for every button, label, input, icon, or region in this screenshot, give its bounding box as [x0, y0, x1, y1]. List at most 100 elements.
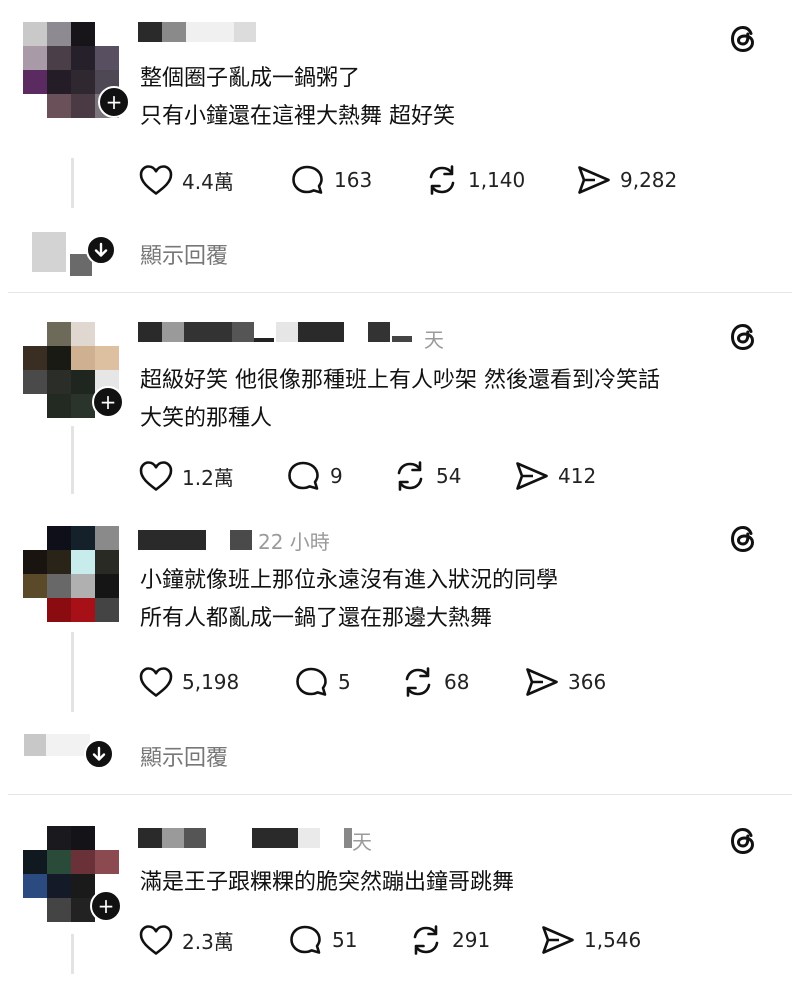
post-time: 天 [424, 328, 444, 352]
heart-icon [139, 461, 173, 491]
repost-icon [413, 925, 439, 955]
arrow-down-icon [92, 746, 106, 761]
share-button[interactable]: 366 [524, 662, 606, 702]
post-body: 超級好笑 他很像那種班上有人吵架 然後還看到冷笑話 大笑的那種人 [140, 362, 660, 438]
expand-replies-button[interactable] [84, 739, 114, 769]
comment-icon [292, 165, 323, 194]
post-body: 小鐘就像班上那位永遠沒有進入狀況的同學 所有人都亂成一鍋了還在那邊大熱舞 [140, 562, 558, 638]
thread-line [71, 158, 74, 208]
repost-button[interactable]: 1,140 [424, 160, 525, 200]
post-line: 小鐘就像班上那位永遠沒有進入狀況的同學 [140, 568, 559, 593]
post-time: 22 小時 [258, 530, 330, 554]
heart-icon [139, 925, 173, 955]
threads-logo-icon[interactable] [726, 824, 760, 858]
show-replies-link[interactable]: 顯示回覆 [140, 740, 228, 772]
arrow-down-icon [94, 242, 108, 257]
post-line: 所有人都亂成一鍋了還在那邊大熱舞 [140, 606, 493, 631]
repost-icon [397, 461, 423, 491]
comment-icon [288, 461, 319, 490]
username-blur [392, 336, 412, 342]
username-blur [368, 322, 390, 342]
comment-button[interactable]: 5 [294, 662, 351, 702]
username-blur [252, 828, 298, 848]
repost-count: 1,140 [468, 168, 526, 192]
follow-badge[interactable]: + [90, 890, 122, 922]
username-blur [234, 22, 256, 42]
like-button[interactable]: 4.4萬 [138, 160, 234, 200]
reply-avatar [32, 232, 66, 272]
share-count: 412 [558, 464, 597, 488]
repost-icon [405, 667, 431, 697]
post-line: 整個圈子亂成一鍋粥了 [140, 66, 361, 91]
username-blur [298, 828, 320, 848]
post-time: 天 [352, 830, 372, 854]
username[interactable] [138, 828, 162, 848]
post-line: 大笑的那種人 [140, 406, 273, 431]
repost-button[interactable]: 68 [400, 662, 469, 702]
comment-button[interactable]: 163 [290, 160, 372, 200]
username-blur [184, 828, 206, 848]
username-blur [254, 338, 274, 342]
post-line: 滿是王子跟粿粿的脆突然蹦出鐘哥跳舞 [140, 870, 515, 895]
avatar[interactable] [23, 526, 119, 622]
plus-icon: + [105, 90, 123, 114]
like-count: 5,198 [182, 670, 240, 694]
comment-icon [290, 925, 321, 954]
username-blur [162, 322, 184, 342]
share-icon [542, 926, 574, 954]
like-button[interactable]: 1.2萬 [138, 456, 234, 496]
share-count: 9,282 [620, 168, 678, 192]
post-line: 超級好笑 他很像那種班上有人吵架 然後還看到冷笑話 [140, 368, 660, 393]
follow-badge[interactable]: + [92, 386, 124, 418]
comment-icon [296, 667, 327, 696]
repost-button[interactable]: 291 [408, 920, 490, 960]
comment-count: 51 [332, 928, 358, 952]
reply-avatar [24, 734, 46, 756]
plus-icon: + [97, 894, 115, 918]
like-count: 1.2萬 [182, 465, 234, 490]
like-button[interactable]: 2.3萬 [138, 920, 234, 960]
share-button[interactable]: 1,546 [540, 920, 641, 960]
show-replies-link[interactable]: 顯示回覆 [140, 238, 228, 270]
repost-count: 54 [436, 464, 462, 488]
comment-count: 5 [338, 670, 351, 694]
plus-icon: + [99, 390, 117, 414]
thread-line [71, 426, 74, 494]
like-button[interactable]: 5,198 [138, 662, 239, 702]
username-blur [230, 530, 252, 550]
thread-line [71, 632, 74, 712]
threads-logo-icon[interactable] [726, 22, 760, 56]
username[interactable] [138, 322, 162, 342]
username-blur [232, 322, 254, 342]
comment-button[interactable]: 9 [286, 456, 343, 496]
share-button[interactable]: 412 [514, 456, 596, 496]
comment-button[interactable]: 51 [288, 920, 357, 960]
comment-count: 163 [334, 168, 373, 192]
threads-logo-icon[interactable] [726, 320, 760, 354]
username-blur [186, 22, 234, 42]
share-count: 366 [568, 670, 607, 694]
username-blur [344, 828, 352, 848]
share-button[interactable]: 9,282 [576, 160, 677, 200]
username-blur [162, 22, 186, 42]
username[interactable] [138, 530, 206, 550]
like-count: 4.4萬 [182, 169, 234, 194]
post-body: 整個圈子亂成一鍋粥了 只有小鐘還在這裡大熱舞 超好笑 [140, 60, 455, 136]
share-icon [578, 166, 610, 194]
follow-badge[interactable]: + [98, 86, 130, 118]
reply-avatar-stack[interactable] [24, 228, 94, 276]
like-count: 2.3萬 [182, 929, 234, 954]
divider [8, 794, 792, 795]
threads-logo-icon[interactable] [726, 522, 760, 556]
comment-count: 9 [330, 464, 343, 488]
username-blur [162, 828, 184, 848]
username-blur [276, 322, 298, 342]
repost-icon [429, 165, 455, 195]
share-count: 1,546 [584, 928, 642, 952]
repost-button[interactable]: 54 [392, 456, 461, 496]
post-line: 只有小鐘還在這裡大熱舞 超好笑 [140, 104, 455, 129]
expand-replies-button[interactable] [86, 235, 116, 265]
repost-count: 291 [452, 928, 491, 952]
divider [8, 292, 792, 293]
username[interactable] [138, 22, 162, 42]
